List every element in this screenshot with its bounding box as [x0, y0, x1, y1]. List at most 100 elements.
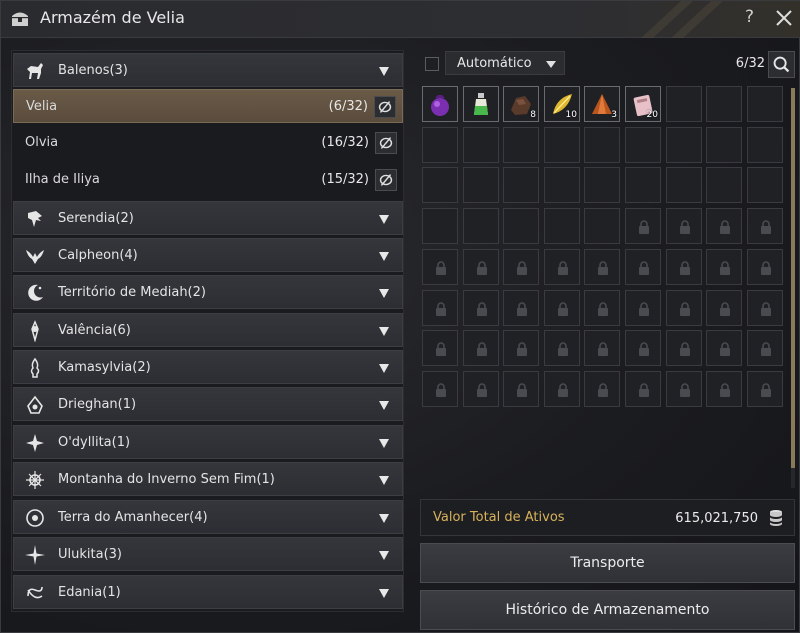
storage-slot-item[interactable]: 3	[584, 86, 620, 122]
node-item-velia[interactable]: Velia (6/32)	[13, 89, 403, 123]
storage-slot-empty[interactable]	[584, 208, 620, 244]
lock-icon	[436, 342, 446, 356]
storage-slot-empty[interactable]	[584, 167, 620, 203]
storage-slot-locked	[584, 330, 620, 366]
lock-icon	[761, 220, 771, 234]
sort-dropdown[interactable]: Automático	[445, 51, 565, 75]
storage-slot-locked	[544, 249, 580, 285]
lock-icon	[680, 302, 690, 316]
select-all-checkbox[interactable]	[425, 57, 439, 71]
transport-button[interactable]: Transporte	[420, 543, 795, 583]
storage-slot-empty[interactable]	[625, 167, 661, 203]
storage-slot-item[interactable]	[463, 86, 499, 122]
storage-slot-item[interactable]: 10	[544, 86, 580, 122]
help-button[interactable]: ?	[745, 7, 754, 27]
storage-slot-item[interactable]	[422, 86, 458, 122]
region-kamasylvia[interactable]: Kamasylvia(2)	[13, 350, 403, 384]
storage-slot-empty[interactable]	[463, 167, 499, 203]
storage-slot-locked	[706, 249, 742, 285]
storage-slot-empty[interactable]	[463, 208, 499, 244]
region-serendia[interactable]: Serendia(2)	[13, 201, 403, 235]
region-balenos[interactable]: Balenos(3)	[13, 53, 403, 87]
item-quantity: 10	[565, 110, 577, 120]
region-calpheon[interactable]: Calpheon(4)	[13, 238, 403, 272]
storage-slot-locked	[747, 330, 783, 366]
node-count: (15/32)	[321, 172, 369, 187]
region-edania[interactable]: Edania(1)	[13, 575, 403, 609]
storage-slot-item[interactable]: 8	[503, 86, 539, 122]
chevron-down-icon	[546, 61, 556, 68]
lock-icon	[639, 342, 649, 356]
close-icon[interactable]	[773, 7, 795, 29]
search-icon[interactable]	[768, 51, 795, 78]
storage-slot-locked	[584, 290, 620, 326]
storage-slot-empty[interactable]	[544, 208, 580, 244]
storage-slot-empty[interactable]	[544, 127, 580, 163]
storage-slot-empty[interactable]	[503, 167, 539, 203]
lock-icon	[720, 342, 730, 356]
chevron-down-icon	[379, 289, 389, 298]
storage-slot-empty[interactable]	[422, 208, 458, 244]
lock-icon	[517, 383, 527, 397]
chevron-down-icon	[379, 364, 389, 373]
storage-slot-empty[interactable]	[747, 127, 783, 163]
node-item-ilha-de-iliya[interactable]: Ilha de Iliya (15/32)	[13, 163, 403, 197]
storage-slot-item[interactable]: 20	[625, 86, 661, 122]
chevron-down-icon	[379, 401, 389, 410]
storage-slot-empty[interactable]	[422, 127, 458, 163]
storage-slot-locked	[422, 290, 458, 326]
storage-slot-empty[interactable]	[666, 127, 702, 163]
storage-slot-locked	[706, 290, 742, 326]
storage-history-button[interactable]: Histórico de Armazenamento	[420, 590, 795, 630]
storage-slot-locked	[584, 249, 620, 285]
storage-slot-locked	[747, 208, 783, 244]
region-ulukita[interactable]: Ulukita(3)	[13, 537, 403, 571]
storage-slot-empty[interactable]	[747, 86, 783, 122]
storage-slot-empty[interactable]	[422, 167, 458, 203]
region-label: Montanha do Inverno Sem Fim(1)	[58, 472, 275, 487]
storage-slot-locked	[666, 330, 702, 366]
chevron-down-icon	[379, 67, 389, 76]
item-quantity: 20	[646, 110, 658, 120]
item-quantity: 3	[611, 110, 617, 120]
storage-slot-empty[interactable]	[625, 127, 661, 163]
storage-slot-locked	[625, 371, 661, 407]
node-count: (16/32)	[321, 135, 369, 150]
hide-icon[interactable]	[375, 169, 397, 191]
purple-pouch-icon	[431, 95, 449, 116]
storage-slot-empty[interactable]	[503, 127, 539, 163]
region-mediah[interactable]: Território de Mediah(2)	[13, 275, 403, 309]
storage-slot-empty[interactable]	[747, 167, 783, 203]
region-montanha[interactable]: Montanha do Inverno Sem Fim(1)	[13, 462, 403, 496]
sort-dropdown-label: Automático	[457, 56, 532, 71]
storage-slot-empty[interactable]	[666, 167, 702, 203]
storage-slot-empty[interactable]	[706, 127, 742, 163]
chevron-down-icon	[379, 327, 389, 336]
hide-icon[interactable]	[374, 96, 396, 118]
storage-slot-empty[interactable]	[706, 167, 742, 203]
region-drieghan[interactable]: Drieghan(1)	[13, 387, 403, 421]
storage-slot-locked	[666, 371, 702, 407]
storage-slot-locked	[503, 330, 539, 366]
scrollbar-thumb[interactable]	[791, 88, 795, 468]
region-terra-do-amanhecer[interactable]: Terra do Amanhecer(4)	[13, 500, 403, 534]
chevron-down-icon	[379, 589, 389, 598]
storage-slot-empty[interactable]	[706, 86, 742, 122]
region-label: Serendia(2)	[58, 211, 134, 226]
title-bar: Armazém de Velia ?	[1, 1, 800, 38]
node-item-olvia[interactable]: Olvia (16/32)	[13, 126, 403, 160]
storage-slot-empty[interactable]	[666, 86, 702, 122]
storage-slot-empty[interactable]	[544, 167, 580, 203]
green-potion-icon	[474, 93, 488, 115]
region-valencia[interactable]: Valência(6)	[13, 313, 403, 347]
hide-icon[interactable]	[375, 132, 397, 154]
sun-emblem-icon	[31, 320, 39, 342]
lock-icon	[436, 261, 446, 275]
lock-icon	[517, 302, 527, 316]
coin-stack-icon	[770, 510, 782, 526]
region-odyllita[interactable]: O'dyllita(1)	[13, 425, 403, 459]
total-assets-bar: Valor Total de Ativos 615,021,750	[420, 499, 795, 536]
storage-slot-empty[interactable]	[503, 208, 539, 244]
storage-slot-empty[interactable]	[584, 127, 620, 163]
storage-slot-empty[interactable]	[463, 127, 499, 163]
